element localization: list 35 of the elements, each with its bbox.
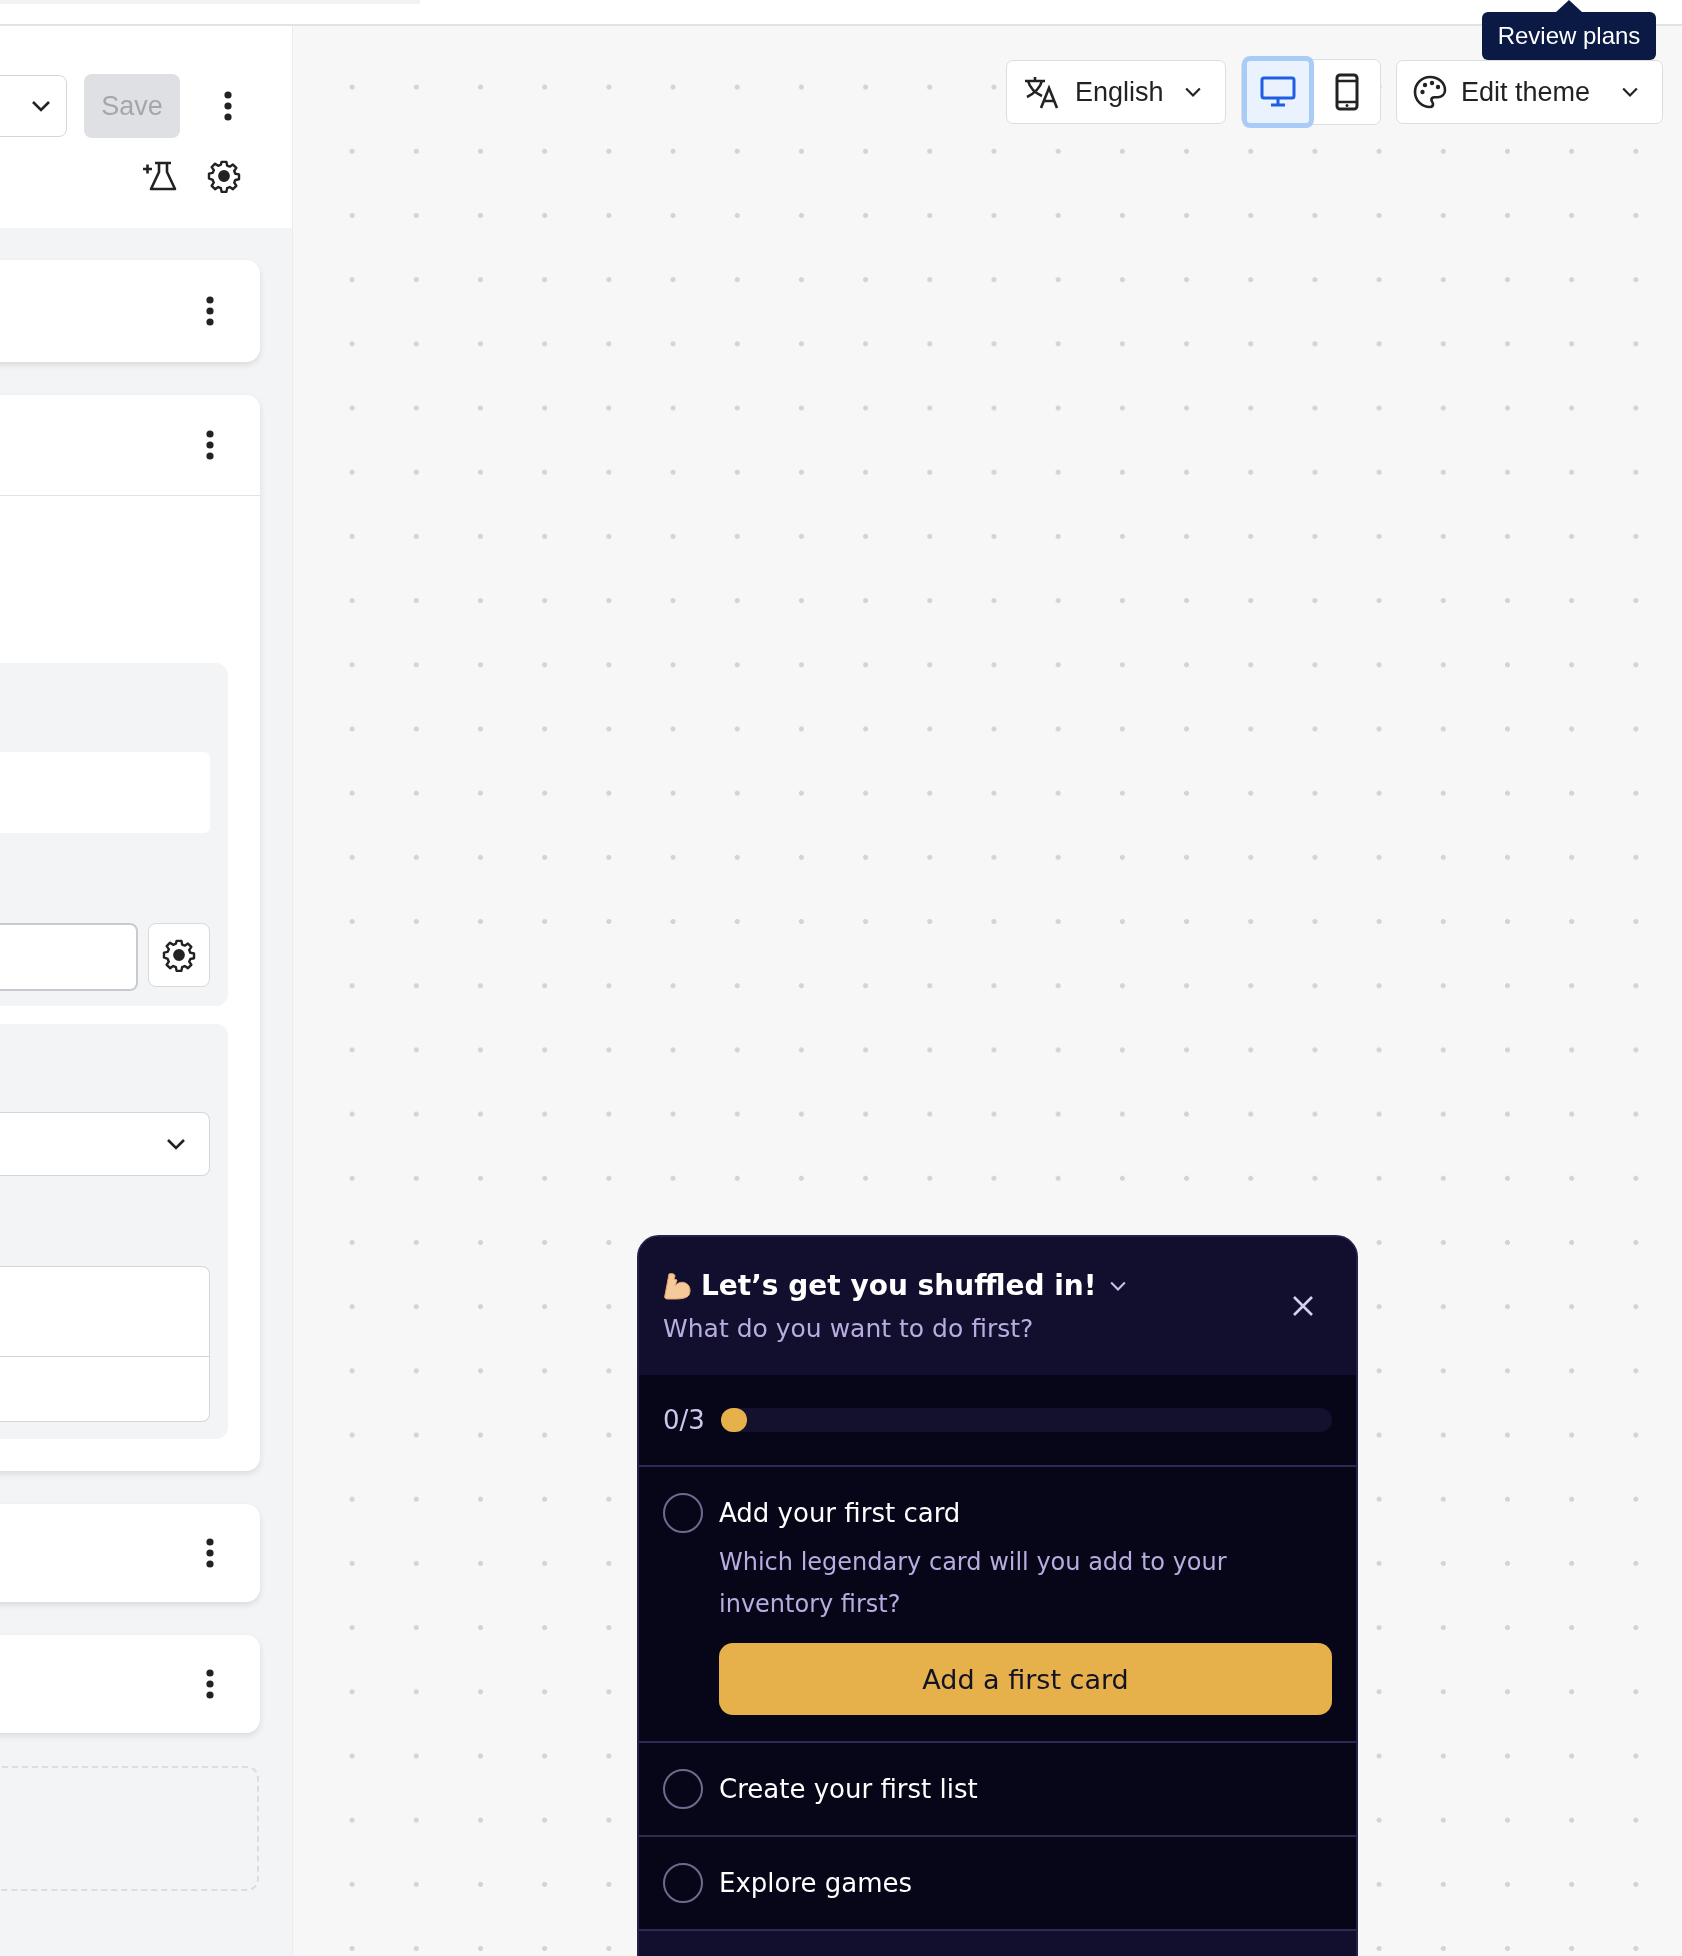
theme-dropdown[interactable]: Edit theme bbox=[1396, 60, 1663, 124]
task-checkbox[interactable] bbox=[663, 1769, 703, 1809]
task-title[interactable]: Create your first list bbox=[719, 1769, 1332, 1809]
task-checkbox[interactable] bbox=[663, 1863, 703, 1903]
palette-icon bbox=[1413, 75, 1447, 109]
panel-subtitle: What do you want to do first? bbox=[663, 1314, 1035, 1343]
kebab-icon bbox=[206, 430, 214, 460]
task-title[interactable]: Add your first card bbox=[719, 1493, 1332, 1533]
task-description: Which legendary card will you add to your inventory first? bbox=[719, 1547, 1228, 1620]
chevron-down-icon bbox=[30, 99, 52, 113]
chevron-down-icon bbox=[165, 1137, 187, 1151]
kebab-icon bbox=[206, 1538, 214, 1568]
input-field[interactable] bbox=[0, 923, 138, 991]
device-toggle[interactable] bbox=[1242, 56, 1314, 128]
kebab-icon bbox=[224, 91, 232, 121]
kebab-icon bbox=[206, 1669, 214, 1699]
settings-button[interactable] bbox=[148, 923, 210, 987]
task-checkbox[interactable] bbox=[663, 1493, 703, 1533]
panel-title: Let’s get you shuffled in! bbox=[701, 1269, 1097, 1302]
close-icon bbox=[1292, 1295, 1314, 1317]
desktop-icon bbox=[1260, 76, 1296, 108]
flexed-arm-icon bbox=[663, 1270, 693, 1301]
chevron-down-icon bbox=[1183, 86, 1203, 98]
settings-icon bbox=[162, 938, 196, 972]
settings-icon bbox=[207, 159, 241, 193]
progress-reading: 0/3 bbox=[663, 1405, 705, 1435]
language-dropdown[interactable]: English bbox=[1006, 60, 1226, 124]
task-action-button[interactable]: Add a first card bbox=[719, 1643, 1332, 1715]
flask-plus-icon bbox=[141, 161, 179, 191]
mobile-icon bbox=[1335, 73, 1359, 111]
chevron-down-icon bbox=[1620, 86, 1640, 98]
kebab-icon bbox=[206, 296, 214, 326]
translate-icon bbox=[1023, 74, 1061, 110]
select-field[interactable] bbox=[0, 1112, 210, 1176]
task-title[interactable]: Explore games bbox=[719, 1863, 1332, 1903]
